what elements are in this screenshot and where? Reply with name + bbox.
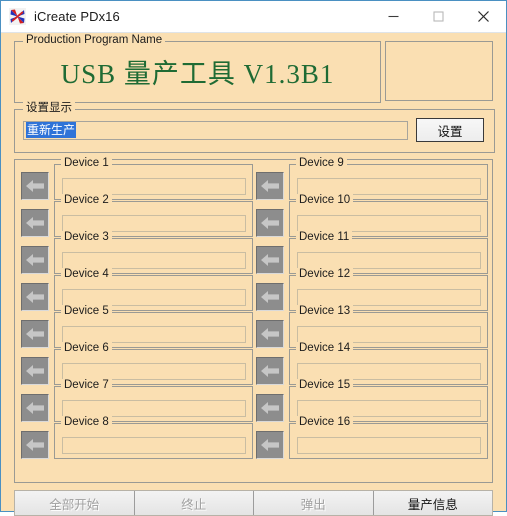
device-label: Device 9 xyxy=(296,157,347,169)
arrow-left-icon[interactable] xyxy=(256,394,284,422)
device-group: Device 16 xyxy=(289,416,488,459)
window-title: iCreate PDx16 xyxy=(34,9,120,24)
device-label: Device 16 xyxy=(296,416,354,428)
device-label: Device 5 xyxy=(61,305,112,317)
device-status-field[interactable] xyxy=(297,437,481,454)
arrow-left-icon[interactable] xyxy=(256,357,284,385)
device-status-field[interactable] xyxy=(62,400,246,417)
device-status-field[interactable] xyxy=(297,178,481,195)
window-controls xyxy=(371,1,506,32)
device-label: Device 1 xyxy=(61,157,112,169)
device-status-field[interactable] xyxy=(297,252,481,269)
arrow-left-icon[interactable] xyxy=(256,246,284,274)
arrow-left-icon[interactable] xyxy=(256,320,284,348)
settings-button[interactable]: 设置 xyxy=(416,118,484,142)
device-label: Device 11 xyxy=(296,231,353,243)
arrow-left-icon[interactable] xyxy=(21,172,49,200)
production-program-name-group: Production Program Name USB 量产工具 V1.3B1 xyxy=(14,34,381,103)
device-row: Device 2 xyxy=(21,194,253,238)
device-row: Device 10 xyxy=(256,194,488,238)
device-status-field[interactable] xyxy=(62,437,246,454)
device-label: Device 13 xyxy=(296,305,354,317)
close-button[interactable] xyxy=(461,1,506,32)
bottom-button-1: 全部开始 xyxy=(15,491,135,515)
settings-input[interactable]: 重新生产 xyxy=(23,121,408,140)
bottom-button-2: 终止 xyxy=(134,491,254,515)
arrow-left-icon[interactable] xyxy=(256,431,284,459)
device-label: Device 14 xyxy=(296,342,354,354)
minimize-button[interactable] xyxy=(371,1,416,32)
device-status-field[interactable] xyxy=(62,363,246,380)
device-column-right: Device 9 Device 10 Device 11 Device 12 Devic… xyxy=(256,157,488,480)
device-status-field[interactable] xyxy=(297,215,481,232)
settings-input-value: 重新生产 xyxy=(26,122,77,138)
device-label: Device 10 xyxy=(296,194,354,206)
device-status-field[interactable] xyxy=(297,326,481,343)
settings-display-group: 设置显示 重新生产 设置 xyxy=(14,102,495,153)
device-status-field[interactable] xyxy=(297,363,481,380)
bottom-button-4[interactable]: 量产信息 xyxy=(373,491,492,515)
device-label: Device 12 xyxy=(296,268,354,280)
device-row: Device 1 xyxy=(21,157,253,201)
settings-display-legend: 设置显示 xyxy=(23,102,75,114)
device-row: Device 9 xyxy=(256,157,488,201)
titlebar: iCreate PDx16 xyxy=(1,1,506,33)
arrow-left-icon[interactable] xyxy=(21,394,49,422)
device-row: Device 13 xyxy=(256,305,488,349)
device-row: Device 6 xyxy=(21,342,253,386)
device-status-field[interactable] xyxy=(62,252,246,269)
arrow-left-icon[interactable] xyxy=(256,172,284,200)
arrow-left-icon[interactable] xyxy=(21,431,49,459)
arrow-left-icon[interactable] xyxy=(21,246,49,274)
device-label: Device 7 xyxy=(61,379,112,391)
device-row: Device 5 xyxy=(21,305,253,349)
device-panel: Device 1 Device 2 Device 3 Device 4 Device 5… xyxy=(14,157,493,483)
arrow-left-icon[interactable] xyxy=(21,357,49,385)
device-row: Device 16 xyxy=(256,416,488,460)
bottom-button-bar: 全部开始 终止 弹出 量产信息 xyxy=(14,490,493,516)
pinwheel-app-icon xyxy=(9,8,26,25)
device-status-field[interactable] xyxy=(62,326,246,343)
device-row: Device 3 xyxy=(21,231,253,275)
device-status-field[interactable] xyxy=(297,289,481,306)
app-window: iCreate PDx16 Production Program Name US… xyxy=(0,0,507,516)
device-status-field[interactable] xyxy=(62,178,246,195)
arrow-left-icon[interactable] xyxy=(256,209,284,237)
device-row: Device 4 xyxy=(21,268,253,312)
device-column-left: Device 1 Device 2 Device 3 Device 4 Device 5… xyxy=(21,157,253,480)
device-row: Device 12 xyxy=(256,268,488,312)
device-label: Device 15 xyxy=(296,379,354,391)
device-label: Device 8 xyxy=(61,416,112,428)
arrow-left-icon[interactable] xyxy=(21,283,49,311)
device-row: Device 11 xyxy=(256,231,488,275)
client-area: Production Program Name USB 量产工具 V1.3B1 … xyxy=(1,33,506,516)
program-title-text: USB 量产工具 V1.3B1 xyxy=(60,59,335,89)
arrow-left-icon[interactable] xyxy=(21,320,49,348)
arrow-left-icon[interactable] xyxy=(21,209,49,237)
device-label: Device 2 xyxy=(61,194,112,206)
device-row: Device 7 xyxy=(21,379,253,423)
device-row: Device 8 xyxy=(21,416,253,460)
device-label: Device 3 xyxy=(61,231,112,243)
status-side-panel xyxy=(385,41,493,101)
maximize-button[interactable] xyxy=(416,1,461,32)
device-status-field[interactable] xyxy=(62,289,246,306)
arrow-left-icon[interactable] xyxy=(256,283,284,311)
device-row: Device 14 xyxy=(256,342,488,386)
bottom-button-3: 弹出 xyxy=(254,491,374,515)
device-status-field[interactable] xyxy=(62,215,246,232)
device-label: Device 4 xyxy=(61,268,112,280)
production-program-name-legend: Production Program Name xyxy=(23,34,166,46)
device-status-field[interactable] xyxy=(297,400,481,417)
device-group: Device 8 xyxy=(54,416,253,459)
device-row: Device 15 xyxy=(256,379,488,423)
device-label: Device 6 xyxy=(61,342,112,354)
